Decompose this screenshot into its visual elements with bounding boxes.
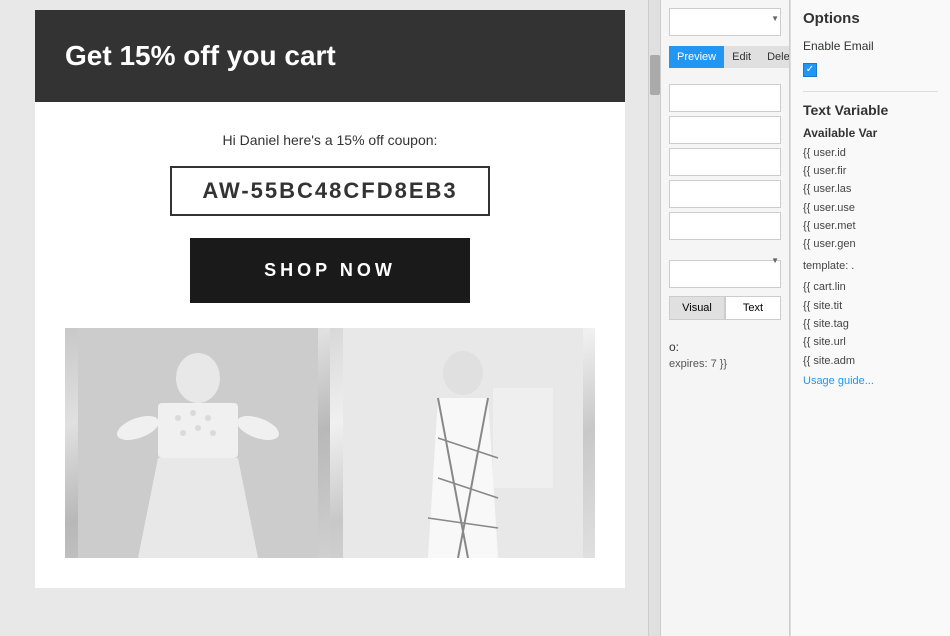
- coupon-code: AW-55BC48CFD8EB3: [170, 166, 489, 216]
- top-controls: ▼ Preview Edit Delete: [661, 0, 789, 76]
- var-template: template: .: [803, 259, 938, 274]
- product-image-left: [65, 328, 330, 558]
- edit-button[interactable]: Edit: [724, 46, 759, 68]
- input-field-3[interactable]: [669, 148, 781, 176]
- var-site-tag: {{ site.tag: [803, 317, 938, 332]
- email-header-title: Get 15% off you cart: [65, 40, 595, 72]
- scroll-thumb[interactable]: [650, 55, 660, 95]
- var-user-last: {{ user.las: [803, 182, 938, 197]
- bottom-text-area: o: expires: 7 }}: [661, 332, 789, 378]
- shop-now-button[interactable]: SHOP NOW: [190, 238, 470, 303]
- action-buttons: Preview Edit Delete: [669, 46, 781, 68]
- delete-button[interactable]: Delete: [759, 46, 790, 68]
- middle-inputs: ▼ Visual Text: [661, 76, 789, 328]
- visual-text-tabs: Visual Text: [669, 296, 781, 320]
- var-site-title: {{ site.tit: [803, 299, 938, 314]
- input-field-5[interactable]: [669, 212, 781, 240]
- text-variables-title: Text Variable: [803, 102, 938, 118]
- var-cart-lin: {{ cart.lin: [803, 280, 938, 295]
- dropdown-wrapper[interactable]: ▼: [669, 8, 781, 40]
- email-container: Get 15% off you cart Hi Daniel here's a …: [35, 10, 625, 588]
- scroll-indicator[interactable]: [648, 0, 660, 636]
- email-greeting: Hi Daniel here's a 15% off coupon:: [65, 132, 595, 148]
- var-user-use: {{ user.use: [803, 201, 938, 216]
- options-title: Options: [803, 10, 938, 27]
- var-site-url: {{ site.url: [803, 335, 938, 350]
- text-tab[interactable]: Text: [725, 296, 781, 320]
- usage-guide-link[interactable]: Usage guide...: [803, 375, 938, 387]
- options-panel: Options Enable Email ✓ Text Variable Ava…: [790, 0, 950, 636]
- email-body: Hi Daniel here's a 15% off coupon: AW-55…: [35, 102, 625, 588]
- input-field-4[interactable]: [669, 180, 781, 208]
- var-user-gen: {{ user.gen: [803, 237, 938, 252]
- label-colon: o:: [669, 340, 781, 354]
- var-user-id: {{ user.id: [803, 146, 938, 161]
- enable-email-checkbox[interactable]: ✓: [803, 63, 817, 77]
- controls-panel: ▼ Preview Edit Delete ▼ Visual Text o: e…: [660, 0, 790, 636]
- email-header: Get 15% off you cart: [35, 10, 625, 102]
- var-user-meta: {{ user.met: [803, 219, 938, 234]
- top-input-field[interactable]: [669, 8, 781, 36]
- enable-email-label: Enable Email: [803, 39, 938, 53]
- preview-button[interactable]: Preview: [669, 46, 724, 68]
- var-site-adm: {{ site.adm: [803, 354, 938, 369]
- expires-text: expires: 7 }}: [669, 358, 781, 370]
- email-preview-panel: Get 15% off you cart Hi Daniel here's a …: [0, 0, 660, 636]
- model-left-svg: [78, 328, 318, 558]
- product-image-right: [330, 328, 595, 558]
- input-field-2[interactable]: [669, 116, 781, 144]
- available-var-title: Available Var: [803, 126, 938, 140]
- input-field-1[interactable]: [669, 84, 781, 112]
- var-user-first: {{ user.fir: [803, 164, 938, 179]
- product-images: [65, 328, 595, 558]
- second-dropdown-wrapper[interactable]: ▼: [669, 250, 781, 288]
- divider: [803, 91, 938, 92]
- model-right-svg: [343, 328, 583, 558]
- second-dropdown-field[interactable]: [669, 260, 781, 288]
- visual-tab[interactable]: Visual: [669, 296, 725, 320]
